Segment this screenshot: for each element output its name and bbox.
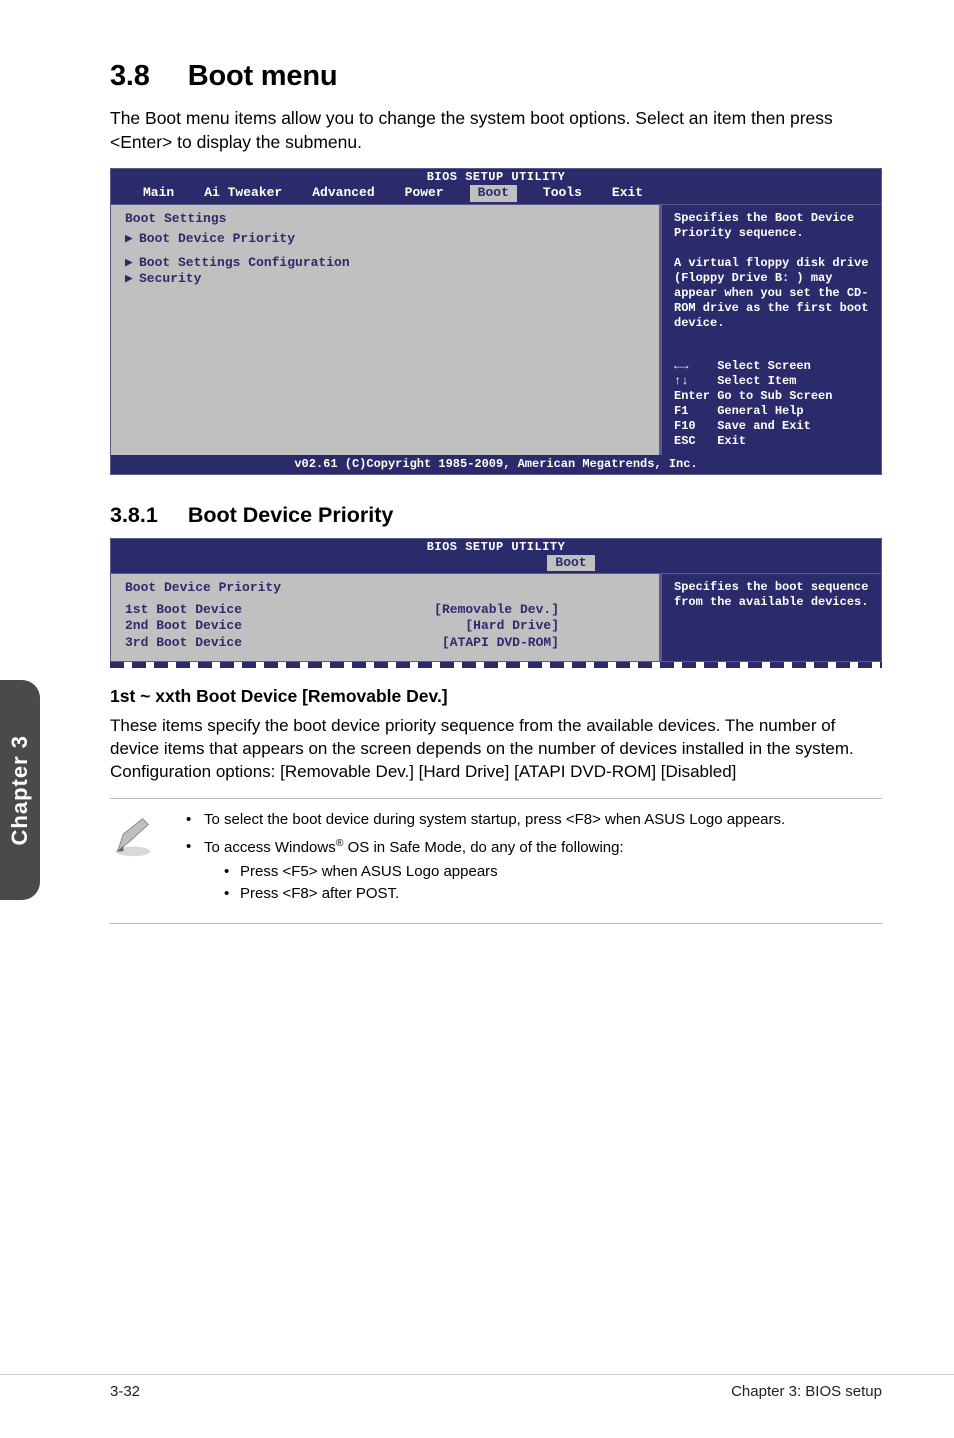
boot-device-value: [Removable Dev.] [434,602,559,618]
bios-left-pane: Boot Settings ▶Boot Device Priority ▶Boo… [111,205,659,455]
bios-help-description: Specifies the Boot Device Priority seque… [674,211,871,331]
submenu-boot-device-priority[interactable]: ▶Boot Device Priority [125,231,649,247]
boot-device-key: 3rd Boot Device [125,635,242,651]
help-key-row: Enter Go to Sub Screen [674,389,871,404]
help-key-row: ESC Exit [674,434,871,449]
dashed-divider [110,662,882,668]
help-key-row: F1 General Help [674,404,871,419]
subsection-title: Boot Device Priority [188,503,394,527]
menu-power[interactable]: Power [401,185,448,201]
boot-device-row[interactable]: 1st Boot Device [Removable Dev.] [125,602,649,618]
note-item: To access Windows® OS in Safe Mode, do a… [182,836,882,904]
menu-exit[interactable]: Exit [608,185,647,201]
submenu-label: Boot Device Priority [139,231,295,246]
page-number: 3-32 [110,1383,140,1400]
subsection-heading: 3.8.1 Boot Device Priority [110,503,882,528]
pencil-icon [110,809,156,911]
chapter-tab: Chapter 3 [0,680,40,900]
bios-right-pane: Specifies the boot sequence from the ava… [659,574,881,661]
option-config: Configuration options: [Removable Dev.] … [110,761,882,784]
chapter-tab-label: Chapter 3 [7,735,33,845]
bios-help-description: Specifies the boot sequence from the ava… [674,580,871,610]
option-heading: 1st ~ xxth Boot Device [Removable Dev.] [110,686,882,707]
bios-top-menu: Boot [111,555,881,573]
bios-left-pane: Boot Device Priority 1st Boot Device [Re… [111,574,659,661]
help-key-row: ↑↓ Select Item [674,374,871,389]
submenu-boot-settings-config[interactable]: ▶Boot Settings Configuration [125,255,649,271]
note-text: To select the boot device during system … [204,811,785,828]
bios-title: BIOS SETUP UTILITY [111,539,881,555]
bios-left-heading: Boot Device Priority [125,580,649,596]
help-key-row: F10 Save and Exit [674,419,871,434]
boot-device-key: 2nd Boot Device [125,618,242,634]
triangle-icon: ▶ [125,271,139,287]
menu-boot[interactable]: Boot [470,185,517,201]
boot-device-key: 1st Boot Device [125,602,242,618]
section-number: 3.8 [110,60,150,93]
submenu-label: Boot Settings Configuration [139,255,350,270]
note-subitem: Press <F8> after POST. [204,883,882,905]
submenu-label: Security [139,271,201,286]
help-key-row: ←→ Select Screen [674,359,871,374]
section-intro: The Boot menu items allow you to change … [110,107,882,154]
menu-main[interactable]: Main [139,185,178,201]
subsection-number: 3.8.1 [110,503,158,528]
boot-device-row[interactable]: 2nd Boot Device [Hard Drive] [125,618,649,634]
option-description: These items specify the boot device prio… [110,715,882,761]
menu-boot[interactable]: Boot [547,555,594,571]
note-box: To select the boot device during system … [110,798,882,924]
section-heading: 3.8 Boot menu [110,60,882,93]
bios-right-pane: Specifies the Boot Device Priority seque… [659,205,881,455]
boot-device-row[interactable]: 3rd Boot Device [ATAPI DVD-ROM] [125,635,649,651]
note-text: To access Windows [204,839,336,856]
menu-ai-tweaker[interactable]: Ai Tweaker [200,185,286,201]
page-footer: 3-32 Chapter 3: BIOS setup [0,1374,954,1400]
note-body: To select the boot device during system … [182,809,882,911]
bios-title: BIOS SETUP UTILITY [111,169,881,185]
boot-device-value: [Hard Drive] [465,618,559,634]
bios-copyright: v02.61 (C)Copyright 1985-2009, American … [111,455,881,474]
note-item: To select the boot device during system … [182,809,882,831]
menu-tools[interactable]: Tools [539,185,586,201]
bios-panel-boot-settings: BIOS SETUP UTILITY Main Ai Tweaker Advan… [110,168,882,474]
section-title: Boot menu [188,60,338,92]
bios-help-keys: ←→ Select Screen ↑↓ Select Item Enter Go… [674,359,871,449]
footer-chapter: Chapter 3: BIOS setup [731,1383,882,1400]
bios-left-heading: Boot Settings [125,211,649,227]
triangle-icon: ▶ [125,231,139,247]
note-subitem: Press <F5> when ASUS Logo appears [204,861,882,883]
bios-top-menu: Main Ai Tweaker Advanced Power Boot Tool… [111,185,881,203]
bios-panel-boot-device-priority: BIOS SETUP UTILITY Boot Boot Device Prio… [110,538,882,662]
note-text: OS in Safe Mode, do any of the following… [343,839,623,856]
menu-advanced[interactable]: Advanced [308,185,378,201]
submenu-security[interactable]: ▶Security [125,271,649,287]
triangle-icon: ▶ [125,255,139,271]
boot-device-value: [ATAPI DVD-ROM] [442,635,559,651]
